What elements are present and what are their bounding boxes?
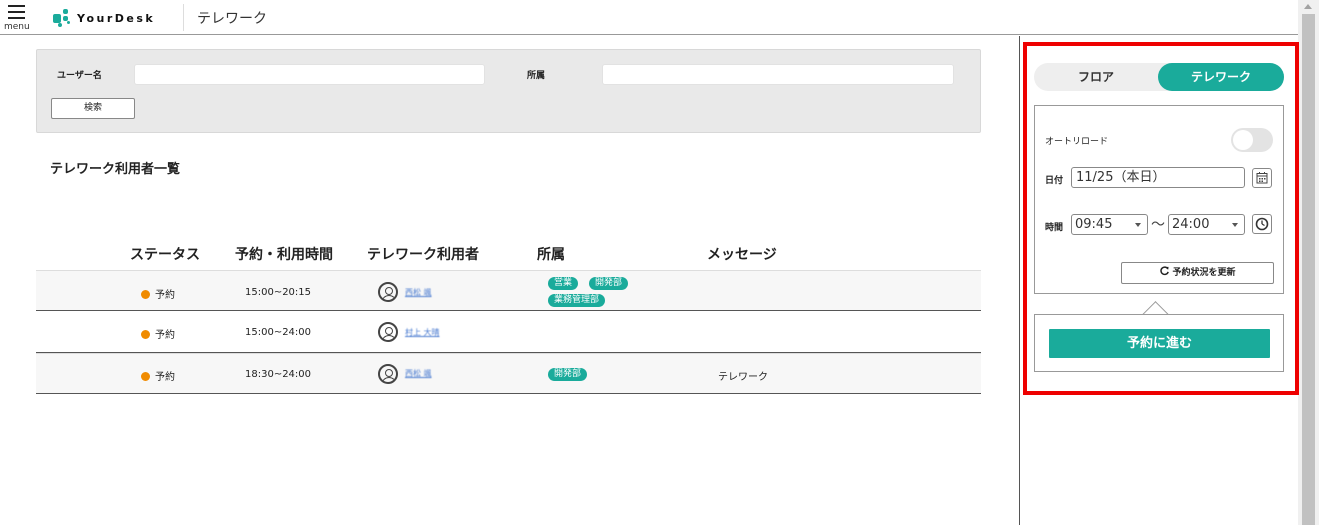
table-row: 予約 18:30~24:00 西松 颯 開発部 テレワーク: [36, 353, 981, 394]
department-tag: 営業: [548, 277, 579, 290]
user-avatar-icon: [378, 364, 398, 384]
time-range-separator: 〜: [1151, 217, 1165, 233]
date-field[interactable]: 11/25（本日）: [1071, 167, 1245, 188]
refresh-button-label: 予約状況を更新: [1172, 268, 1236, 278]
divider: [183, 4, 184, 31]
date-label: 日付: [1045, 176, 1064, 186]
user-name-link[interactable]: 西松 颯: [405, 368, 432, 379]
user-name-label: ユーザー名: [57, 71, 102, 81]
proceed-to-reservation-button[interactable]: 予約に進む: [1049, 329, 1270, 358]
scroll-up-arrow-icon[interactable]: [1304, 4, 1312, 9]
time-cell: 18:30~24:00: [245, 369, 312, 380]
status-text: 予約: [155, 330, 175, 341]
time-to-select[interactable]: 24:00: [1168, 214, 1245, 235]
table-row: 予約 15:00~24:00 村上 大晴: [36, 312, 981, 353]
status-cell: 予約: [141, 326, 175, 341]
user-name-input[interactable]: [134, 64, 485, 85]
time-to-value: 24:00: [1172, 217, 1210, 232]
user-avatar-icon: [378, 282, 398, 302]
scrollbar-thumb[interactable]: [1302, 14, 1315, 525]
autoreload-toggle[interactable]: [1231, 128, 1273, 152]
status-dot-icon: [141, 330, 150, 339]
refresh-icon: [1160, 266, 1170, 276]
column-header-message: メッセージ: [707, 247, 777, 263]
menu-label: menu: [4, 22, 30, 32]
hamburger-icon: [8, 5, 25, 19]
status-text: 予約: [155, 290, 175, 301]
table-row: 予約 15:00~20:15 西松 颯 営業 開発部 業務管理部: [36, 270, 981, 311]
time-label: 時間: [1045, 223, 1064, 233]
reservation-controls: オートリロード 日付 11/25（本日） 時間 09:45 〜 24:00 予約…: [1034, 105, 1284, 294]
side-panel-divider: [1019, 36, 1020, 525]
status-dot-icon: [141, 290, 150, 299]
department-tag: 業務管理部: [548, 294, 606, 307]
message-cell: テレワーク: [718, 372, 768, 383]
menu-button[interactable]: menu: [4, 3, 32, 33]
status-text: 予約: [155, 372, 175, 383]
tab-floor[interactable]: フロア: [1034, 63, 1158, 91]
column-header-user: テレワーク利用者: [367, 247, 479, 263]
tab-telework[interactable]: テレワーク: [1158, 63, 1284, 91]
app-logo[interactable]: YourDesk: [53, 9, 155, 27]
calendar-button[interactable]: [1252, 168, 1272, 188]
top-bar: menu YourDesk テレワーク: [0, 0, 1298, 35]
refresh-reservations-button[interactable]: 予約状況を更新: [1121, 262, 1274, 284]
clock-button[interactable]: [1252, 214, 1272, 234]
autoreload-label: オートリロード: [1045, 137, 1109, 147]
time-from-select[interactable]: 09:45: [1071, 214, 1148, 235]
page-title: テレワーク: [197, 11, 267, 27]
status-cell: 予約: [141, 368, 175, 383]
calendar-icon: [1256, 172, 1268, 184]
search-panel: ユーザー名 所属 検索: [36, 49, 981, 133]
chevron-down-icon: [1135, 223, 1141, 227]
department-input[interactable]: [602, 64, 954, 85]
column-header-time: 予約・利用時間: [235, 247, 333, 263]
popover-pointer: [1142, 298, 1170, 314]
status-cell: 予約: [141, 286, 175, 301]
chevron-down-icon: [1232, 223, 1238, 227]
logo-mark-icon: [53, 9, 71, 27]
clock-icon: [1255, 217, 1269, 231]
column-header-status: ステータス: [130, 247, 200, 263]
department-tag: 開発部: [548, 368, 588, 381]
logo-text: YourDesk: [77, 11, 156, 25]
time-cell: 15:00~24:00: [245, 327, 312, 338]
user-name-link[interactable]: 村上 大晴: [405, 327, 440, 338]
department-tag: 開発部: [589, 277, 629, 290]
user-name-link[interactable]: 西松 颯: [405, 287, 432, 298]
department-label: 所属: [527, 71, 546, 81]
proceed-panel: 予約に進む: [1034, 314, 1284, 372]
column-header-department: 所属: [537, 247, 565, 263]
user-avatar-icon: [378, 322, 398, 342]
search-button[interactable]: 検索: [51, 98, 135, 119]
status-dot-icon: [141, 372, 150, 381]
view-toggle: フロア テレワーク: [1034, 63, 1284, 91]
vertical-scrollbar[interactable]: [1298, 0, 1319, 525]
list-title: テレワーク利用者一覧: [50, 162, 181, 177]
time-from-value: 09:45: [1075, 217, 1113, 232]
time-cell: 15:00~20:15: [245, 287, 312, 298]
